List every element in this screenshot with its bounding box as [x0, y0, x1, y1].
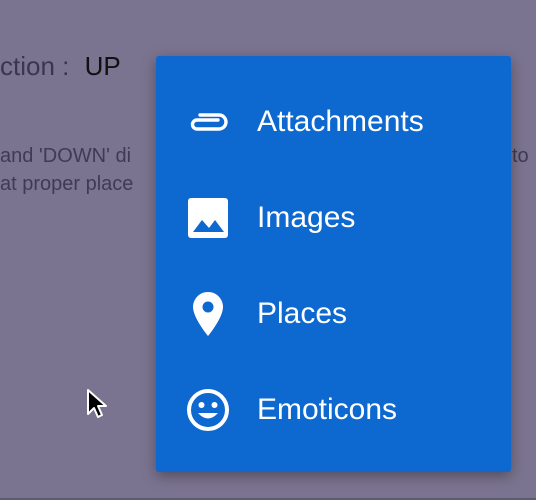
menu-item-label: Attachments: [257, 105, 424, 138]
direction-row: ction : UP: [0, 48, 121, 84]
place-icon: [184, 292, 232, 336]
description-line-1-right: to: [512, 145, 529, 167]
mouse-pointer-icon: [86, 388, 108, 420]
menu-item-label: Places: [257, 297, 348, 330]
menu-item-attachments[interactable]: Attachments: [156, 74, 511, 170]
menu-item-label: Emoticons: [257, 393, 398, 426]
menu-item-label: Images: [257, 201, 356, 234]
description-line-1-left: and 'DOWN' di: [0, 145, 132, 167]
emoticon-icon: [184, 388, 232, 432]
menu-item-places[interactable]: Places: [156, 266, 511, 362]
menu-item-emoticons[interactable]: Emoticons: [156, 362, 511, 458]
menu-item-images[interactable]: Images: [156, 170, 511, 266]
image-icon: [184, 196, 232, 240]
popup-menu: Attachments Images Places Emoticons: [156, 56, 511, 472]
direction-label: ction :: [0, 51, 70, 81]
description-line-2-left: at proper place: [0, 173, 134, 195]
direction-value: UP: [84, 51, 121, 81]
attachment-icon: [184, 100, 232, 144]
